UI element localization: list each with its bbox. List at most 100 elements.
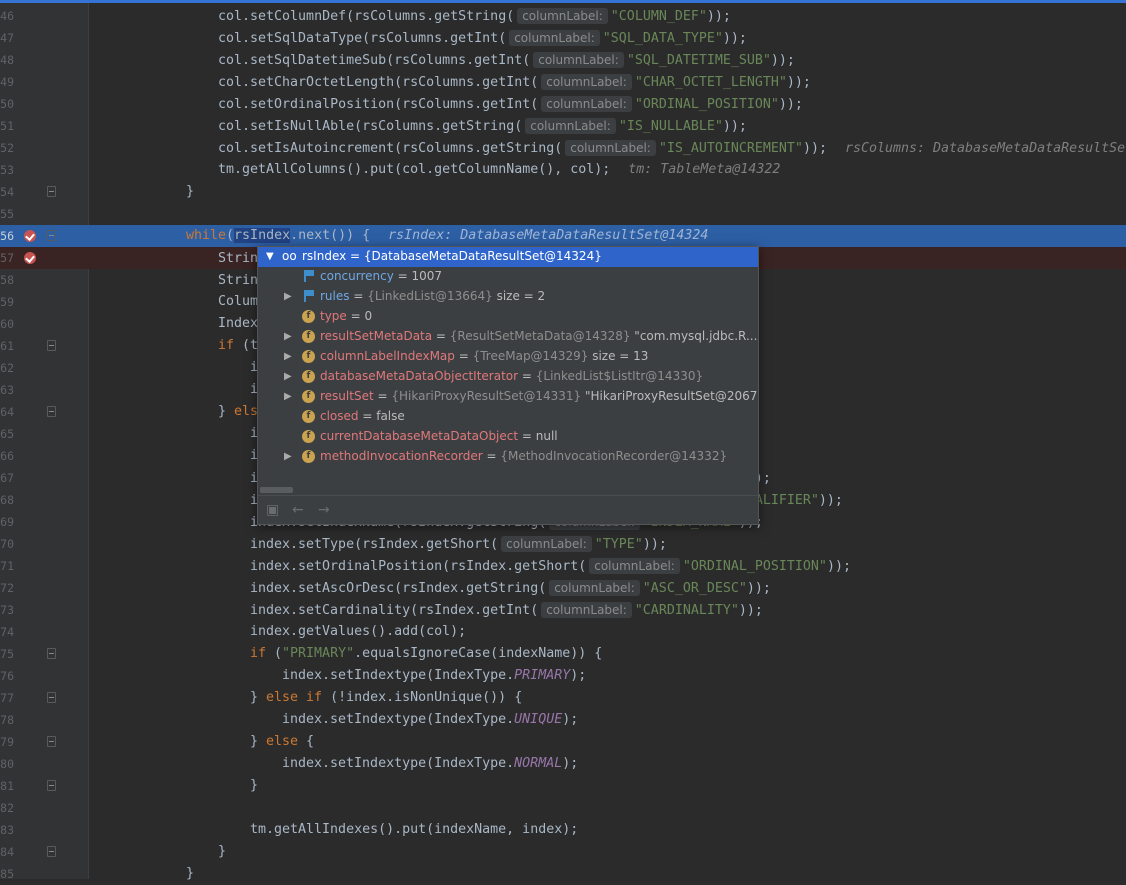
fold-marker-icon[interactable] [47, 648, 56, 659]
expand-arrow-icon[interactable]: ▶ [284, 371, 292, 382]
popup-field-row[interactable]: f closed = false [258, 407, 758, 427]
variable-inspect-popup[interactable]: ▼ oo rsIndex = {DatabaseMetaDataResultSe… [257, 246, 759, 525]
code-line[interactable]: 76 index.setIndextype(IndexType.PRIMARY); [0, 665, 1126, 687]
back-arrow-icon[interactable]: ← [292, 502, 304, 518]
field-icon: f [302, 390, 315, 403]
fold-marker-icon[interactable] [47, 186, 56, 197]
code-line[interactable]: 79} else { [0, 731, 1126, 753]
code-text: index.setIndextype(IndexType.UNIQUE); [282, 712, 578, 727]
code-line[interactable]: 77} else if (!index.isNonUnique()) { [0, 687, 1126, 709]
view-link[interactable]: View [757, 329, 758, 343]
code-token: )); [706, 9, 731, 24]
line-number: 75 [0, 647, 14, 661]
code-line[interactable]: 78 index.setIndextype(IndexType.UNIQUE); [0, 709, 1126, 731]
popup-field-row[interactable]: ▶ rules = {LinkedList@13664} size = 2 [258, 287, 758, 307]
expand-arrow-icon[interactable]: ▶ [284, 451, 292, 462]
line-number: 81 [0, 779, 14, 793]
field-value: 1007 [411, 269, 443, 283]
code-token: (!index.isNonUnique()) { [322, 690, 523, 705]
code-token: index.setIndextype(IndexType. [282, 712, 515, 727]
code-line[interactable]: 48 col.setSqlDatetimeSub(rsColumns.getInt… [0, 49, 1126, 71]
code-token: col.setColumnDef(rsColumns.getString( [218, 9, 515, 24]
code-line[interactable]: 70 index.setType(rsIndex.getShort(columnL… [0, 533, 1126, 555]
field-value: size = 2 [492, 289, 546, 303]
code-line[interactable]: 81} [0, 775, 1126, 797]
popup-field-row[interactable]: ▶ f methodInvocationRecorder = {MethodInvo… [258, 447, 758, 467]
code-text: index.setCardinality(rsIndex.getInt(colu… [250, 602, 763, 618]
code-line[interactable]: 50 col.setOrdinalPosition(rsColumns.getIn… [0, 93, 1126, 115]
code-token: col.setIsNullAble(rsColumns.getString( [218, 119, 523, 134]
code-line[interactable]: 72 index.setAscOrDesc(rsIndex.getString(c… [0, 577, 1126, 599]
fold-marker-icon[interactable] [47, 736, 56, 747]
code-line[interactable]: 71 index.setOrdinalPosition(rsIndex.getSh… [0, 555, 1126, 577]
line-number: 62 [0, 361, 14, 375]
breakpoint-icon[interactable] [24, 252, 36, 264]
field-equals: = [454, 349, 473, 363]
parameter-hint: columnLabel: [525, 118, 616, 134]
popup-field-row[interactable]: ▶ f columnLabelIndexMap = {TreeMap@14329} … [258, 347, 758, 367]
fold-marker-icon[interactable] [47, 230, 56, 241]
fold-marker-icon[interactable] [47, 340, 56, 351]
selected-identifier: rsIndex [234, 228, 291, 243]
line-number: 84 [0, 845, 14, 859]
code-text: index.getValues().add(col); [250, 624, 466, 639]
code-line[interactable]: 55 [0, 203, 1126, 225]
field-name: resultSet [320, 389, 374, 403]
field-value: null [535, 429, 558, 443]
field-entry: resultSet = {HikariProxyResultSet@14331}… [320, 389, 758, 403]
code-text: index.setIndextype(IndexType.PRIMARY); [282, 668, 586, 683]
code-line[interactable]: 85} [0, 863, 1126, 885]
code-token: .equalsIgnoreCase(indexName)) { [354, 646, 603, 661]
code-line[interactable]: 56 while(rsIndex.next()) {rsIndex: Databa… [0, 225, 1126, 247]
code-line[interactable]: 75 if ("PRIMARY".equalsIgnoreCase(indexNa… [0, 643, 1126, 665]
field-equals: = [432, 329, 450, 343]
code-line[interactable]: 84} [0, 841, 1126, 863]
line-number: 83 [0, 823, 14, 837]
code-line[interactable]: 73 index.setCardinality(rsIndex.getInt(co… [0, 599, 1126, 621]
fold-marker-icon[interactable] [47, 846, 56, 857]
code-line[interactable]: 74 index.getValues().add(col); [0, 621, 1126, 643]
expand-arrow-icon[interactable]: ▶ [284, 331, 292, 342]
code-token: index.setType(rsIndex.getShort( [250, 537, 499, 552]
string-literal: "PRIMARY" [282, 646, 355, 661]
popup-field-row[interactable]: ▶ f resultSet = {HikariProxyResultSet@1433… [258, 387, 758, 407]
popup-field-row[interactable]: ▶ f databaseMetaDataObjectIterator = {Link… [258, 367, 758, 387]
code-line[interactable]: 49 col.setCharOctetLength(rsColumns.getIn… [0, 71, 1126, 93]
code-line[interactable]: 46 col.setColumnDef(rsColumns.getString(c… [0, 5, 1126, 27]
popup-header-row[interactable]: ▼ oo rsIndex = {DatabaseMetaDataResultSe… [258, 247, 758, 267]
code-line[interactable]: 52 col.setIsAutoincrement(rsColumns.getSt… [0, 137, 1126, 159]
popup-field-row[interactable]: f type = 0 [258, 307, 758, 327]
fold-marker-icon[interactable] [47, 692, 56, 703]
code-line[interactable]: 82 [0, 797, 1126, 819]
popup-field-row[interactable]: f currentDatabaseMetaDataObject = null [258, 427, 758, 447]
line-number: 50 [0, 97, 14, 111]
popup-field-row[interactable]: concurrency = 1007 [258, 267, 758, 287]
code-line[interactable]: 54} [0, 181, 1126, 203]
code-line[interactable]: 51 col.setIsNullAble(rsColumns.getString(… [0, 115, 1126, 137]
code-line[interactable]: 47 col.setSqlDataType(rsColumns.getInt(co… [0, 27, 1126, 49]
forward-arrow-icon[interactable]: → [318, 502, 330, 518]
collapse-arrow-icon[interactable]: ▼ [266, 251, 274, 262]
code-line[interactable]: 83 tm.getAllIndexes().put(indexName, inde… [0, 819, 1126, 841]
string-literal: "COLUMN_DEF" [610, 9, 707, 24]
expand-arrow-icon[interactable]: ▶ [284, 291, 292, 302]
code-text: col.setIsAutoincrement(rsColumns.getStri… [218, 140, 1126, 156]
line-number: 77 [0, 691, 14, 705]
field-entry: concurrency = 1007 [320, 269, 442, 283]
code-token: index.setIndextype(IndexType. [282, 756, 515, 771]
field-name: concurrency [320, 269, 394, 283]
code-line[interactable]: 80 index.setIndextype(IndexType.NORMAL); [0, 753, 1126, 775]
expand-arrow-icon[interactable]: ▶ [284, 351, 292, 362]
code-token: index.setOrdinalPosition(rsIndex.getShor… [250, 559, 587, 574]
fold-marker-icon[interactable] [47, 406, 56, 417]
line-number: 48 [0, 53, 14, 67]
navigate-icon[interactable]: ▣ [266, 502, 279, 518]
fold-marker-icon[interactable] [47, 780, 56, 791]
expand-arrow-icon[interactable]: ▶ [284, 391, 292, 402]
breakpoint-icon[interactable] [24, 230, 36, 242]
keyword-token: else if [266, 690, 323, 705]
code-line[interactable]: 53 tm.getAllColumns().put(col.getColumnNa… [0, 159, 1126, 181]
popup-horizontal-scrollbar[interactable] [260, 487, 293, 493]
enum-constant: PRIMARY [514, 668, 571, 683]
popup-field-row[interactable]: ▶ f resultSetMetaData = {ResultSetMetaData… [258, 327, 758, 347]
